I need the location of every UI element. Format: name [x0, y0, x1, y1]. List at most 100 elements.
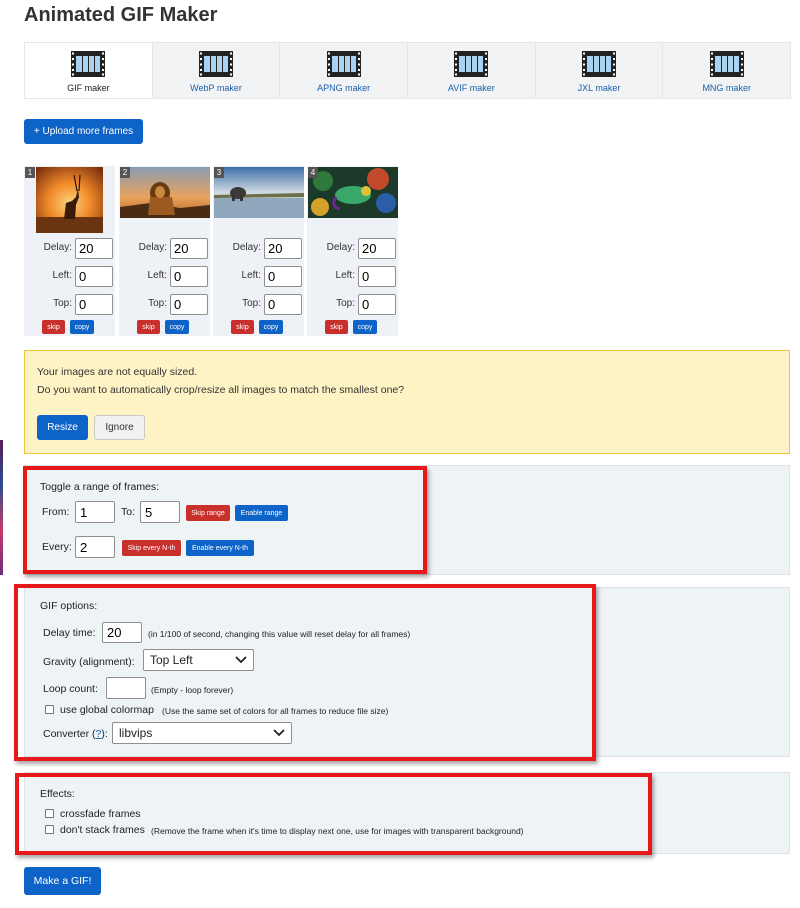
converter-label-end: ):	[101, 728, 108, 740]
frame-thumbnail-chameleon[interactable]	[308, 167, 398, 218]
frame-number: 2	[120, 167, 130, 178]
loop-count-input[interactable]	[106, 677, 146, 699]
left-label: Left:	[147, 270, 167, 281]
frame-number: 1	[25, 167, 35, 178]
skip-range-button[interactable]: Skip range	[186, 505, 230, 521]
delay-label: Delay:	[138, 242, 167, 253]
ignore-button[interactable]: Ignore	[94, 415, 145, 440]
delay-label: Delay:	[326, 242, 355, 253]
film-strip-icon	[199, 51, 233, 77]
copy-frame-button[interactable]: copy	[259, 320, 283, 334]
enable-every-nth-button[interactable]: Enable every N-th	[186, 540, 254, 556]
resize-button[interactable]: Resize	[37, 415, 88, 440]
tab-label: WebP maker	[190, 83, 242, 93]
converter-label-text: Converter (	[43, 728, 96, 740]
tab-webp-maker[interactable]: WebP maker	[153, 43, 281, 98]
frame-thumbnail-antelope[interactable]	[36, 167, 103, 233]
tab-mng-maker[interactable]: MNG maker	[663, 43, 790, 98]
tool-tabs: GIF maker WebP maker APNG maker AVIF mak…	[24, 42, 791, 99]
size-warning-alert: Your images are not equally sized. Do yo…	[24, 350, 790, 454]
upload-frames-button[interactable]: + Upload more frames	[24, 119, 143, 144]
global-colormap-note: (Use the same set of colors for all fram…	[162, 706, 389, 716]
enable-range-button[interactable]: Enable range	[235, 505, 288, 521]
tab-label: GIF maker	[67, 83, 110, 93]
frame-left-input[interactable]	[170, 266, 208, 287]
dont-stack-note: (Remove the frame when it's time to disp…	[151, 826, 524, 836]
skip-frame-button[interactable]: skip	[42, 320, 65, 334]
frame-delay-input[interactable]	[170, 238, 208, 259]
frame-card: 1 Delay: Left: Top: skip copy	[24, 166, 115, 336]
range-from-input[interactable]	[75, 501, 115, 523]
top-label: Top:	[53, 298, 72, 309]
converter-value: libvips	[119, 726, 153, 740]
frame-delay-input[interactable]	[264, 238, 302, 259]
frame-top-input[interactable]	[170, 294, 208, 315]
gif-options-title: GIF options:	[40, 600, 98, 612]
frame-card: 4 Delay: Left: Top: skip copy	[307, 166, 398, 336]
loop-note: (Empty - loop forever)	[151, 685, 234, 695]
copy-frame-button[interactable]: copy	[353, 320, 377, 334]
every-nth-input[interactable]	[75, 536, 115, 558]
converter-select[interactable]: libvips	[112, 722, 292, 744]
top-label: Top:	[148, 298, 167, 309]
tab-avif-maker[interactable]: AVIF maker	[408, 43, 536, 98]
tab-label: AVIF maker	[447, 83, 495, 93]
copy-frame-button[interactable]: copy	[165, 320, 189, 334]
delay-note: (in 1/100 of second, changing this value…	[148, 629, 411, 639]
tab-jxl-maker[interactable]: JXL maker	[536, 43, 664, 98]
tab-label: JXL maker	[577, 83, 621, 93]
skip-frame-button[interactable]: skip	[325, 320, 348, 334]
global-colormap-checkbox[interactable]	[45, 705, 54, 714]
frame-top-input[interactable]	[264, 294, 302, 315]
warning-line-1: Your images are not equally sized.	[37, 366, 198, 378]
chevron-down-icon	[235, 656, 247, 664]
from-label: From:	[42, 506, 70, 518]
delay-label: Delay:	[43, 242, 72, 253]
tab-gif-maker[interactable]: GIF maker	[25, 43, 153, 98]
frame-number: 3	[214, 167, 224, 178]
delay-time-label: Delay time:	[43, 627, 96, 639]
frame-thumbnail-lion[interactable]	[120, 167, 210, 218]
frame-top-input[interactable]	[75, 294, 113, 315]
frame-left-input[interactable]	[75, 266, 113, 287]
frame-delay-input[interactable]	[75, 238, 113, 259]
frame-left-input[interactable]	[358, 266, 396, 287]
global-delay-input[interactable]	[102, 622, 142, 643]
to-label: To:	[121, 506, 136, 518]
left-label: Left:	[241, 270, 261, 281]
converter-label: Converter (?):	[43, 728, 108, 740]
global-colormap-label: use global colormap	[60, 704, 154, 716]
frame-number: 4	[308, 167, 318, 178]
film-strip-icon	[454, 51, 489, 77]
delay-label: Delay:	[232, 242, 261, 253]
frame-top-input[interactable]	[358, 294, 396, 315]
frame-delay-input[interactable]	[358, 238, 396, 259]
skip-frame-button[interactable]: skip	[137, 320, 160, 334]
gravity-value: Top Left	[150, 653, 193, 667]
warning-line-2: Do you want to automatically crop/resize…	[37, 384, 405, 396]
skip-frame-button[interactable]: skip	[231, 320, 254, 334]
frame-thumbnail-elephant[interactable]	[214, 167, 304, 218]
dont-stack-label: don't stack frames	[60, 824, 145, 836]
page-title: Animated GIF Maker	[24, 4, 218, 26]
crossfade-label: crossfade frames	[60, 808, 141, 820]
crossfade-checkbox[interactable]	[45, 809, 54, 818]
frame-left-input[interactable]	[264, 266, 302, 287]
dont-stack-checkbox[interactable]	[45, 825, 54, 834]
copy-frame-button[interactable]: copy	[70, 320, 94, 334]
film-strip-icon	[71, 51, 106, 77]
chevron-down-icon	[273, 729, 285, 737]
gravity-label: Gravity (alignment):	[43, 656, 135, 668]
range-to-input[interactable]	[140, 501, 180, 523]
film-strip-icon	[709, 51, 744, 77]
left-label: Left:	[52, 270, 72, 281]
skip-every-nth-button[interactable]: Skip every N-th	[122, 540, 181, 556]
effects-title: Effects:	[40, 788, 75, 800]
frame-card: 2 Delay: Left: Top: skip copy	[119, 166, 210, 336]
loop-count-label: Loop count:	[43, 683, 98, 695]
make-gif-button[interactable]: Make a GIF!	[24, 867, 101, 895]
every-label: Every:	[42, 541, 72, 553]
tab-apng-maker[interactable]: APNG maker	[280, 43, 409, 98]
film-strip-icon	[582, 51, 617, 77]
gravity-select[interactable]: Top Left	[143, 649, 254, 671]
